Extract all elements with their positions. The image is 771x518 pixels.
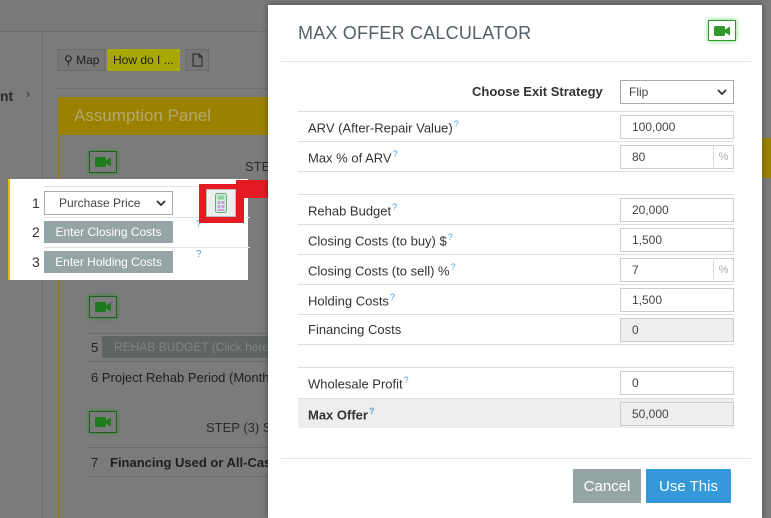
help-icon[interactable]: ? bbox=[390, 292, 395, 302]
help-icon[interactable]: ? bbox=[393, 149, 398, 159]
footer-divider bbox=[281, 458, 751, 459]
closing-costs-buy-label: Closing Costs (to buy) $? bbox=[308, 232, 453, 249]
arv-label: ARV (After-Repair Value)? bbox=[308, 119, 459, 136]
financing-costs-input: 0 bbox=[620, 318, 734, 342]
document-button[interactable] bbox=[186, 49, 209, 71]
holding-costs-label: Holding Costs? bbox=[308, 292, 395, 309]
closing-costs-sell-label: Closing Costs (to sell) %? bbox=[308, 262, 456, 279]
rehab-budget-label: Rehab Budget? bbox=[308, 202, 398, 219]
closing-costs-row: 2 Enter Closing Costs ? bbox=[32, 217, 202, 247]
closing-costs-sell-row: Closing Costs (to sell) %? 7 % bbox=[298, 254, 734, 284]
video-camera-icon bbox=[95, 417, 111, 427]
help-icon[interactable]: ? bbox=[448, 232, 453, 242]
row-divider bbox=[88, 333, 270, 334]
calculator-button[interactable] bbox=[206, 189, 236, 217]
help-icon[interactable]: ? bbox=[196, 249, 202, 260]
help-icon[interactable]: ? bbox=[454, 119, 459, 129]
max-percent-row: Max % of ARV? 80 % bbox=[298, 141, 734, 171]
how-do-i-button[interactable]: How do I ... bbox=[107, 49, 180, 71]
percent-addon: % bbox=[713, 258, 734, 282]
background-panel-edge bbox=[762, 138, 771, 178]
document-icon bbox=[192, 53, 203, 67]
sidebar-item[interactable]: nt bbox=[0, 88, 13, 104]
rehab-budget-row: Rehab Budget? 20,000 bbox=[298, 194, 734, 224]
step-3-heading: STEP (3) S bbox=[206, 420, 270, 435]
arv-row: ARV (After-Repair Value)? 100,000 bbox=[298, 111, 734, 141]
exit-strategy-label: Choose Exit Strategy bbox=[472, 84, 603, 99]
row-divider bbox=[88, 361, 270, 362]
row-divider bbox=[298, 171, 734, 172]
max-percent-label: Max % of ARV? bbox=[308, 149, 398, 166]
rehab-budget-button[interactable]: REHAB BUDGET (Click here bbox=[102, 336, 270, 358]
row-number: 1 bbox=[32, 195, 40, 211]
video-button[interactable] bbox=[89, 296, 117, 318]
chevron-down-icon bbox=[156, 199, 166, 206]
header-divider bbox=[281, 61, 751, 62]
cancel-button[interactable]: Cancel bbox=[573, 469, 641, 503]
financing-costs-label: Financing Costs bbox=[308, 322, 402, 337]
chevron-down-icon bbox=[717, 88, 727, 95]
video-button[interactable] bbox=[89, 151, 117, 173]
closing-costs-buy-row: Closing Costs (to buy) $? 1,500 bbox=[298, 224, 734, 254]
row-number: 7 bbox=[91, 455, 99, 470]
help-icon[interactable]: ? bbox=[451, 262, 456, 272]
exit-strategy-select[interactable]: Flip bbox=[620, 80, 734, 104]
enter-holding-costs-button[interactable]: Enter Holding Costs bbox=[44, 251, 173, 273]
row-divider bbox=[298, 344, 734, 345]
video-button[interactable] bbox=[89, 411, 117, 433]
chevron-right-icon: › bbox=[26, 87, 30, 101]
calculator-icon bbox=[215, 193, 227, 213]
max-offer-output: 50,000 bbox=[620, 402, 734, 426]
help-icon[interactable]: ? bbox=[369, 406, 375, 416]
help-icon[interactable]: ? bbox=[404, 375, 409, 385]
modal-title: MAX OFFER CALCULATOR bbox=[298, 23, 532, 43]
wholesale-profit-input[interactable]: 0 bbox=[620, 371, 734, 395]
row-divider bbox=[88, 447, 270, 448]
arv-input[interactable]: 100,000 bbox=[620, 115, 734, 139]
row-number: 3 bbox=[32, 254, 40, 270]
video-button[interactable] bbox=[708, 20, 736, 41]
closing-costs-buy-input[interactable]: 1,500 bbox=[620, 228, 734, 252]
financing-costs-row: Financing Costs 0 bbox=[298, 314, 734, 344]
max-offer-calculator-modal: MAX OFFER CALCULATOR Choose Exit Strateg… bbox=[268, 5, 762, 518]
percent-addon: % bbox=[713, 145, 734, 169]
help-icon[interactable]: ? bbox=[392, 202, 397, 212]
closing-costs-sell-input[interactable]: 7 bbox=[620, 258, 714, 282]
background-right-edge bbox=[762, 0, 771, 518]
enter-closing-costs-button[interactable]: Enter Closing Costs bbox=[44, 221, 173, 243]
map-button[interactable]: ⚲ Map bbox=[58, 49, 106, 71]
holding-costs-row: 3 Enter Holding Costs ? bbox=[32, 247, 202, 277]
use-this-button[interactable]: Use This bbox=[646, 469, 731, 503]
divider bbox=[58, 88, 270, 89]
video-camera-icon bbox=[95, 157, 111, 167]
assumption-panel-header: Assumption Panel bbox=[58, 97, 270, 135]
wholesale-profit-label: Wholesale Profit? bbox=[308, 375, 409, 392]
project-rehab-period-label: 6 Project Rehab Period (Month bbox=[91, 370, 270, 385]
row-divider bbox=[88, 476, 270, 477]
max-offer-row: Max Offer? 50,000 bbox=[298, 398, 734, 428]
wholesale-profit-row: Wholesale Profit? 0 bbox=[298, 367, 734, 397]
max-offer-label: Max Offer? bbox=[308, 406, 375, 423]
max-percent-input[interactable]: 80 bbox=[620, 145, 714, 169]
row-number: 2 bbox=[32, 224, 40, 240]
map-pin-icon: ⚲ bbox=[64, 53, 73, 67]
video-camera-icon bbox=[95, 302, 111, 312]
purchase-price-select[interactable]: Purchase Price bbox=[44, 191, 173, 215]
row-number: 5 bbox=[91, 340, 99, 355]
video-camera-icon bbox=[714, 25, 730, 36]
holding-costs-input[interactable]: 1,500 bbox=[620, 288, 734, 312]
rehab-budget-input[interactable]: 20,000 bbox=[620, 198, 734, 222]
financing-used-label: Financing Used or All-Cas bbox=[110, 455, 270, 470]
holding-costs-row: Holding Costs? 1,500 bbox=[298, 284, 734, 314]
purchase-price-row: 1 Purchase Price ? bbox=[32, 188, 205, 218]
